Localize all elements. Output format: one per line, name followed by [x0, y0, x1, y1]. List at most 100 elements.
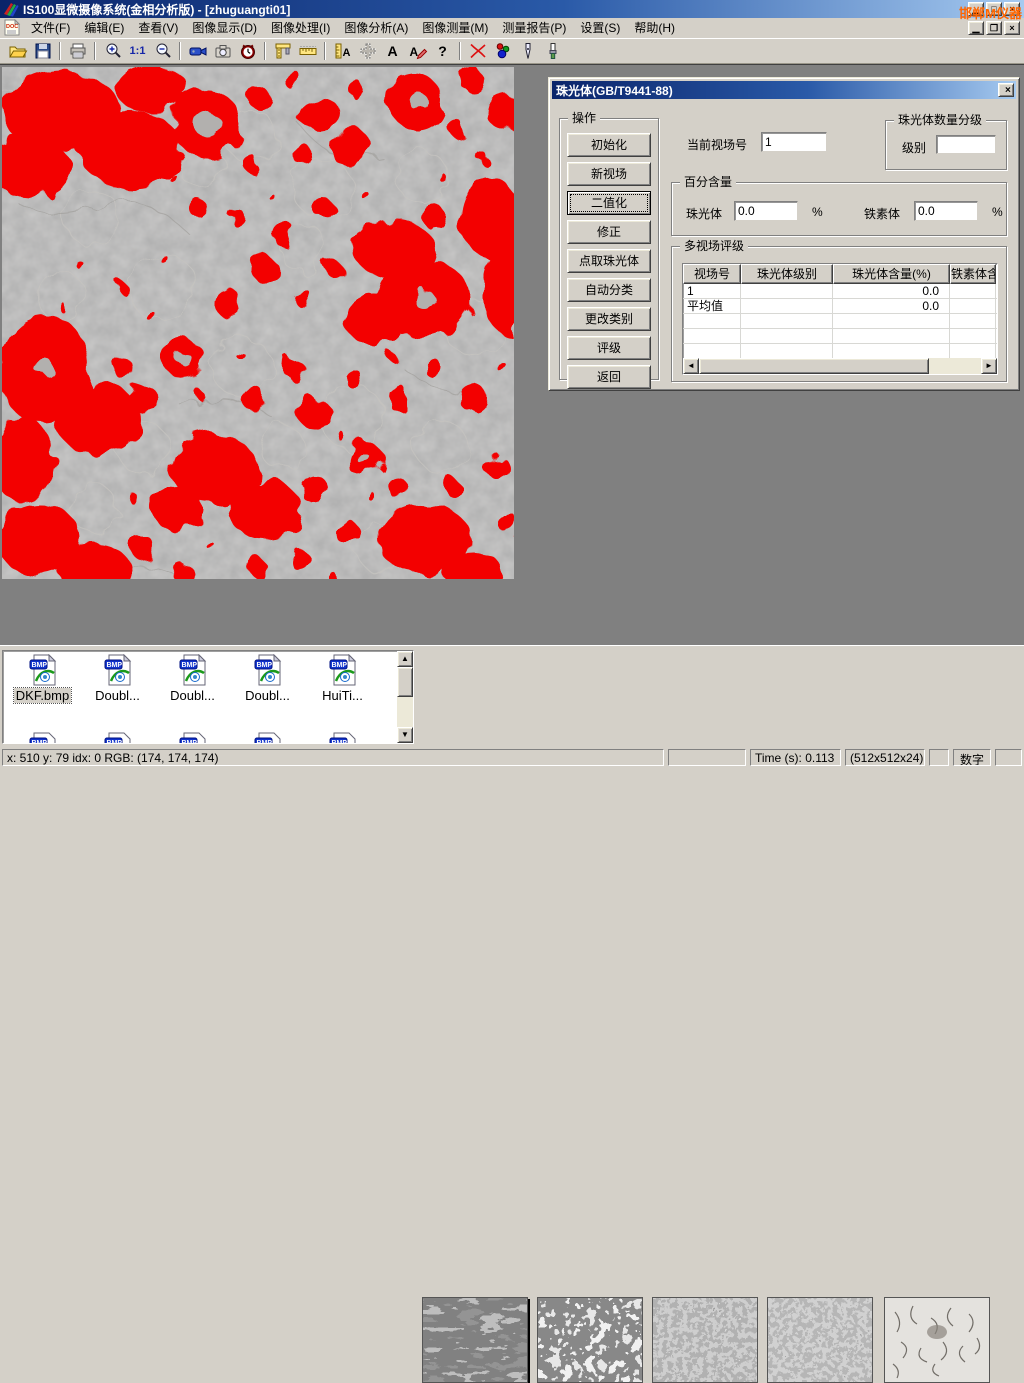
table-hscrollbar[interactable]: ◄ ►	[683, 358, 997, 374]
col-pearlite-level[interactable]: 珠光体级别	[741, 264, 833, 284]
pick-pearlite-button[interactable]: 点取珠光体	[567, 249, 651, 273]
file-listbox[interactable]: BMP DKF.bmp BMP Doubl...	[2, 650, 414, 744]
menu-image-measure[interactable]: 图像测量(M)	[415, 17, 495, 38]
table-row[interactable]: 1 0.0	[683, 284, 997, 299]
zoom-out-icon[interactable]	[151, 40, 174, 62]
auto-classify-button[interactable]: 自动分类	[567, 278, 651, 302]
file-name[interactable]: Doubl...	[168, 688, 217, 703]
correct-button[interactable]: 修正	[567, 220, 651, 244]
file-row-partial: BMP BMP BMP BMP BMP	[5, 729, 380, 744]
text-icon[interactable]: A	[381, 40, 404, 62]
save-icon[interactable]	[31, 40, 54, 62]
dialog-close-icon[interactable]: ×	[998, 83, 1014, 97]
file-item-partial[interactable]: BMP	[230, 732, 305, 744]
menu-image-analysis[interactable]: 图像分析(A)	[337, 17, 415, 38]
menu-settings[interactable]: 设置(S)	[573, 17, 627, 38]
mdi-restore-button[interactable]: ❐	[986, 21, 1002, 35]
table-row[interactable]	[683, 344, 997, 359]
table-row[interactable]: 平均值 0.0	[683, 299, 997, 314]
measure-text-icon[interactable]: A	[331, 40, 354, 62]
file-item[interactable]: BMP DKF.bmp	[5, 654, 80, 703]
dialog-title-bar[interactable]: 珠光体(GB/T9441-88) ×	[552, 81, 1016, 99]
pearlite-percent-input[interactable]	[734, 201, 798, 221]
file-name[interactable]: Doubl...	[243, 688, 292, 703]
ferrite-percent-input[interactable]	[914, 201, 978, 221]
svg-text:A: A	[342, 47, 350, 59]
menu-image-display[interactable]: 图像显示(D)	[185, 17, 264, 38]
file-item[interactable]: BMP Doubl...	[80, 654, 155, 703]
svg-text:BMP: BMP	[331, 740, 347, 744]
file-item-partial[interactable]: BMP	[155, 732, 230, 744]
col-ferrite-content[interactable]: 铁素体含量(%)	[950, 264, 996, 284]
print-icon[interactable]	[66, 40, 89, 62]
rate-button[interactable]: 评级	[567, 336, 651, 360]
actual-size-icon[interactable]: 1:1	[126, 40, 149, 62]
thumbnail-4[interactable]	[767, 1297, 873, 1383]
binarize-button[interactable]: 二值化	[567, 191, 651, 215]
file-name[interactable]: Doubl...	[93, 688, 142, 703]
change-class-button[interactable]: 更改类别	[567, 307, 651, 331]
table-row[interactable]	[683, 314, 997, 329]
annotate-icon[interactable]: A	[406, 40, 429, 62]
initialize-button[interactable]: 初始化	[567, 133, 651, 157]
menu-file[interactable]: 文件(F)	[24, 17, 77, 38]
file-item-partial[interactable]: BMP	[305, 732, 380, 744]
help-icon[interactable]: ?	[431, 40, 454, 62]
multifield-group-label: 多视场评级	[680, 239, 748, 253]
toolbar-separator	[324, 42, 326, 60]
camera-capture-icon[interactable]	[211, 40, 234, 62]
thumbnail-3[interactable]	[652, 1297, 758, 1383]
file-item-partial[interactable]: BMP	[5, 732, 80, 744]
toolbar-separator	[59, 42, 61, 60]
cell	[741, 329, 833, 343]
cell: 1	[683, 284, 741, 298]
menu-edit[interactable]: 编辑(E)	[77, 17, 131, 38]
current-field-input[interactable]	[761, 132, 827, 152]
document-icon[interactable]: DOC	[3, 19, 21, 36]
ruler-icon[interactable]	[296, 40, 319, 62]
operation-group-label: 操作	[568, 111, 600, 125]
col-pearlite-content[interactable]: 珠光体含量(%)	[833, 264, 950, 284]
mdi-close-button[interactable]: ×	[1004, 21, 1020, 35]
file-vscrollbar[interactable]: ▲ ▼	[397, 651, 413, 743]
micrograph-image[interactable]	[2, 67, 514, 579]
caliper-icon[interactable]	[271, 40, 294, 62]
col-field-no[interactable]: 视场号	[683, 264, 741, 284]
new-field-button[interactable]: 新视场	[567, 162, 651, 186]
menu-help[interactable]: 帮助(H)	[627, 17, 682, 38]
ink-pen-icon[interactable]	[516, 40, 539, 62]
menu-view[interactable]: 查看(V)	[131, 17, 185, 38]
scrollbar-thumb[interactable]	[699, 358, 929, 374]
file-item[interactable]: BMP Doubl...	[230, 654, 305, 703]
thumbnail-5[interactable]	[884, 1297, 990, 1383]
grid-cross-icon[interactable]	[356, 40, 379, 62]
file-item-partial[interactable]: BMP	[80, 732, 155, 744]
return-button[interactable]: 返回	[567, 365, 651, 389]
open-icon[interactable]	[6, 40, 29, 62]
scroll-down-icon[interactable]: ▼	[397, 727, 413, 743]
brush-icon[interactable]	[541, 40, 564, 62]
mdi-minimize-button[interactable]: ▁	[968, 21, 984, 35]
file-item[interactable]: BMP Doubl...	[155, 654, 230, 703]
timer-icon[interactable]	[236, 40, 259, 62]
scroll-right-icon[interactable]: ►	[981, 358, 997, 374]
table-row[interactable]	[683, 329, 997, 344]
menu-measure-report[interactable]: 测量报告(P)	[495, 17, 573, 38]
thumbnail-2[interactable]	[537, 1297, 643, 1383]
file-name[interactable]: DKF.bmp	[14, 688, 71, 703]
multifield-table[interactable]: 视场号 珠光体级别 珠光体含量(%) 铁素体含量(%) 1 0.0 平均值 0.…	[682, 263, 998, 375]
scrollbar-thumb[interactable]	[397, 667, 413, 697]
file-name[interactable]: HuiTi...	[320, 688, 365, 703]
scroll-up-icon[interactable]: ▲	[397, 651, 413, 667]
curve-tool-icon[interactable]	[466, 40, 489, 62]
svg-text:BMP: BMP	[256, 740, 272, 744]
file-item[interactable]: BMP HuiTi...	[305, 654, 380, 703]
status-bar: x: 510 y: 79 idx: 0 RGB: (174, 174, 174)…	[0, 747, 1024, 768]
color-classify-icon[interactable]	[491, 40, 514, 62]
menu-image-processing[interactable]: 图像处理(I)	[264, 17, 337, 38]
zoom-in-icon[interactable]	[101, 40, 124, 62]
scroll-left-icon[interactable]: ◄	[683, 358, 699, 374]
video-capture-icon[interactable]	[186, 40, 209, 62]
thumbnail-1[interactable]	[422, 1297, 528, 1383]
level-input[interactable]	[936, 135, 996, 154]
